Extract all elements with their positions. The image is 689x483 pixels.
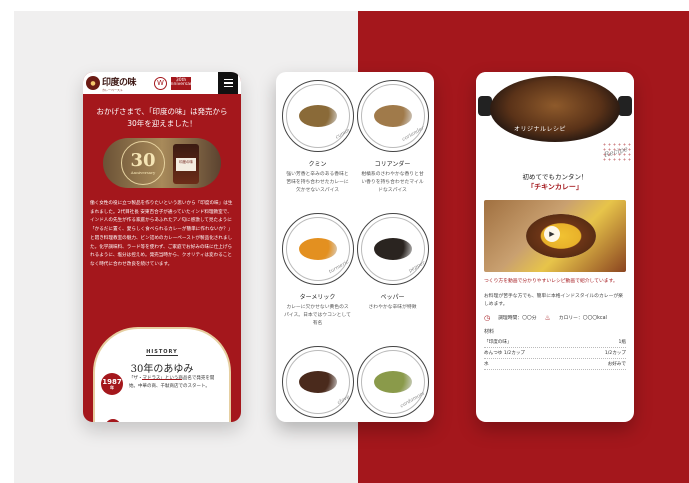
phone-anniversary: ● 印度の味 カレーペースト W 30th Anniversary おかげさまで… bbox=[83, 72, 241, 422]
spice-description: さわやかな辛味が特徴 bbox=[368, 305, 417, 310]
ingredient-name: 水 bbox=[484, 361, 489, 367]
spice-description: 強い芳香と辛みのある香味と苦味を持ち合わせたカレーに欠かせないスパイス bbox=[286, 172, 349, 194]
spice-card: coriander コリアンダー柑橘系のさわやかな香りと甘い香りを持ち合わせたマイ… bbox=[355, 80, 430, 213]
spice-card: cardamomカルダモン清涼感のある上品な香り bbox=[355, 346, 430, 422]
ingredient-name: めんつゆ 1/2カップ bbox=[484, 350, 526, 356]
spice-tag: coriander bbox=[401, 125, 426, 143]
curry-plate-image bbox=[526, 214, 596, 259]
spice-tag: clove bbox=[336, 394, 352, 406]
clock-icon: ◷ bbox=[484, 313, 491, 322]
spice-pile bbox=[373, 105, 412, 127]
ingredients-list: 材料 「印度の味」 1瓶めんつゆ 1/2カップ 1/2カップ水 お好みで bbox=[476, 322, 634, 370]
brand-icon[interactable]: W bbox=[154, 76, 168, 90]
spice-tag: pepper bbox=[407, 259, 426, 275]
anniversary-text: Anniversary bbox=[130, 169, 156, 175]
spice-name: クミン bbox=[308, 161, 327, 168]
spice-card: cloveクローブエキゾチックで刺激的な bbox=[280, 346, 355, 422]
hamburger-menu-icon[interactable] bbox=[218, 72, 238, 94]
spice-description: カレーに欠かせない黄色のスパイス。日本ではウコンとして有名 bbox=[284, 305, 351, 327]
phone-recipe: オリジナルレシピ Recipe 初めてでもカンタン！ 「チキンカレー」 ▶ つく… bbox=[476, 72, 634, 422]
ingredient-row: 「印度の味」 1瓶 bbox=[484, 337, 626, 348]
anniversary-emblem: 30 Anniversary bbox=[121, 141, 165, 185]
spice-plate-image: cumin bbox=[281, 80, 354, 152]
spice-plate-image: cardamom bbox=[356, 346, 429, 418]
ingredient-qty: 1/2カップ bbox=[604, 350, 626, 356]
logo-emblem-icon: ● bbox=[86, 76, 100, 90]
anniversary-banner: 30 Anniversary 印度の味 bbox=[103, 138, 221, 188]
spice-plate-image: coriander bbox=[356, 80, 429, 152]
spice-card: cumin クミン強い芳香と辛みのある香味と苦味を持ち合わせたカレーに欠かせないス… bbox=[280, 80, 355, 213]
spice-tag: cardamom bbox=[398, 390, 426, 410]
anniversary-number: 30 bbox=[130, 149, 156, 171]
ingredient-qty: 1瓶 bbox=[618, 339, 626, 345]
site-header: ● 印度の味 カレーペースト W 30th Anniversary bbox=[83, 72, 241, 94]
history-entry-text: 「ザ・マドラス」という商品名で発売を開始。中華の商、千駄商店でのスタート。 bbox=[129, 376, 215, 390]
anniversary-title: おかげさまで、「印度の味」は発売から 30年を迎えました！ bbox=[83, 106, 241, 130]
ingredient-row: 水 お好みで bbox=[484, 359, 626, 370]
recipe-meta: ◷ 調理時間：〇〇分 ♨ カロリー：〇〇〇kcal bbox=[476, 309, 634, 322]
anniversary-badge[interactable]: 30th Anniversary bbox=[168, 76, 194, 90]
spice-card: turmeric ターメリックカレーに欠かせない黄色のスパイス。日本ではウコンとし… bbox=[280, 213, 355, 346]
spice-plate-image: clove bbox=[281, 346, 354, 418]
original-recipe-label: オリジナルレシピ bbox=[514, 126, 567, 133]
spice-tag: cumin bbox=[334, 127, 351, 141]
ingredients-title: 材料 bbox=[484, 328, 495, 335]
spice-name: ターメリック bbox=[299, 294, 336, 301]
year-badge: 1987 年 bbox=[101, 373, 123, 395]
spice-name: ペッパー bbox=[380, 294, 405, 301]
title-line-2: 30年を迎えました！ bbox=[127, 119, 197, 128]
calories: カロリー：〇〇〇kcal bbox=[558, 316, 607, 322]
recipe-name: 「チキンカレー」 bbox=[527, 183, 583, 192]
recipe-video[interactable]: ▶ bbox=[484, 200, 626, 273]
spice-plate-image: turmeric bbox=[281, 213, 354, 285]
history-label: HISTORY bbox=[146, 349, 178, 356]
spice-name: コリアンダー bbox=[374, 161, 411, 168]
spice-tag: turmeric bbox=[328, 258, 351, 276]
logo-text: 印度の味 bbox=[102, 77, 137, 88]
spice-grid: cumin クミン強い芳香と辛みのある香味と苦味を持ち合わせたカレーに欠かせないス… bbox=[276, 72, 434, 422]
site-logo[interactable]: ● 印度の味 カレーペースト bbox=[86, 75, 137, 92]
phone-spices: cumin クミン強い芳香と辛みのある香味と苦味を持ち合わせたカレーに欠かせないス… bbox=[276, 72, 434, 422]
spice-pile bbox=[373, 238, 412, 260]
title-line-1: おかげさまで、「印度の味」は発売から bbox=[96, 107, 228, 116]
year-badge-next bbox=[105, 419, 121, 422]
spice-pile bbox=[298, 371, 337, 393]
history-section: HISTORY 30年のあゆみ 1987 年 「ザ・マドラス」という商品名で発売… bbox=[93, 327, 231, 422]
ingredient-row: めんつゆ 1/2カップ 1/2カップ bbox=[484, 348, 626, 359]
badge-text: Anniversary bbox=[167, 82, 195, 87]
recipe-hero: オリジナルレシピ Recipe bbox=[476, 72, 634, 164]
jar-label: 印度の味 bbox=[176, 158, 196, 171]
ingredient-name: 「印度の味」 bbox=[484, 339, 512, 345]
recipe-intro: 初めてでもカンタン！ bbox=[522, 173, 588, 181]
calorie-icon: ♨ bbox=[544, 313, 551, 322]
cooking-time: 調理時間：〇〇分 bbox=[498, 316, 537, 322]
spice-card: pepper ペッパーさわやかな辛味が特徴 bbox=[355, 213, 430, 346]
recipe-description: お料理が苦手な方でも、簡単に本格インドスタイルのカレーが楽しめます。 bbox=[484, 293, 623, 307]
spice-description: 柑橘系のさわやかな香りと甘い香りを持ち合わせたマイルドなスパイス bbox=[361, 172, 424, 194]
video-caption: つくり方を動画で分かりやすいレシピ動画で紹介しています。 bbox=[484, 279, 618, 285]
spice-plate-image: pepper bbox=[356, 213, 429, 285]
pan-handle-right bbox=[618, 96, 632, 116]
logo-subtext: カレーペースト bbox=[102, 87, 123, 92]
spice-pile bbox=[373, 371, 412, 393]
ingredient-qty: お好みで bbox=[607, 361, 626, 367]
year-suffix: 年 bbox=[110, 384, 114, 390]
spice-pile bbox=[298, 105, 337, 127]
product-jar-image: 印度の味 bbox=[173, 144, 199, 184]
brand-story-text: 働く女性の役に立つ製品を作りたいという思いから「印度の味」は生まれました。2代目… bbox=[90, 201, 233, 268]
spice-pile bbox=[298, 238, 337, 260]
